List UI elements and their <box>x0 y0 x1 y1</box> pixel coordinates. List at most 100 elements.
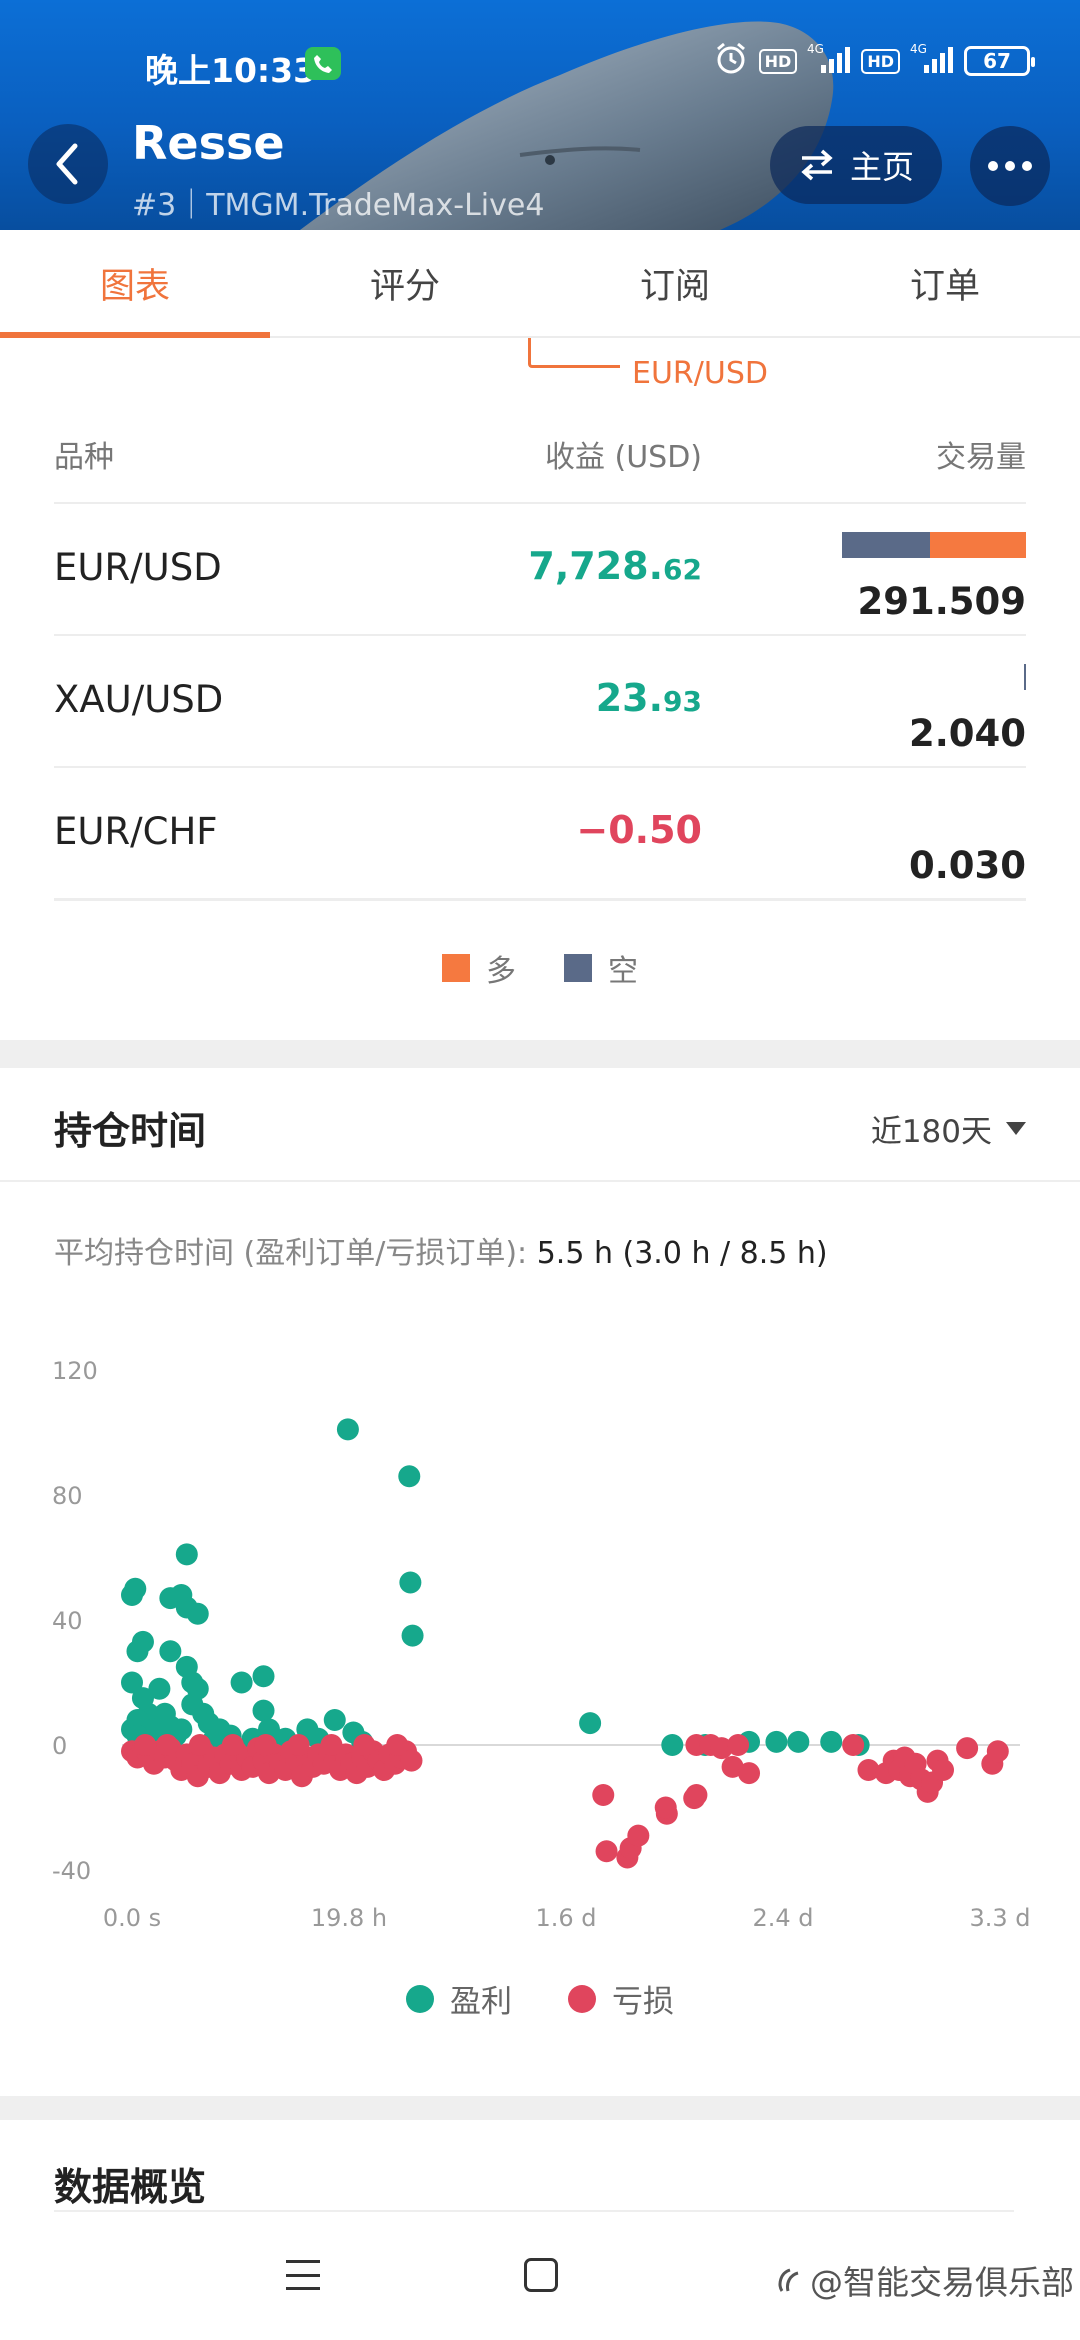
loss-point <box>254 1734 277 1756</box>
loss-point <box>986 1740 1009 1763</box>
tab-orders[interactable]: 订单 <box>810 230 1080 336</box>
loss-point <box>134 1734 157 1756</box>
profit-decimals: 62 <box>663 553 702 586</box>
section-divider <box>0 1180 1080 1182</box>
more-dot-icon <box>1022 161 1032 171</box>
profit-point <box>252 1665 275 1688</box>
tab-bar: 图表 评分 订阅 订单 <box>0 230 1080 338</box>
loss-point <box>592 1784 615 1806</box>
more-dot-icon <box>988 161 998 171</box>
row-symbol: EUR/CHF <box>54 810 218 853</box>
table-bottom-divider <box>54 898 1026 901</box>
legend-long-label: 多 <box>486 954 516 989</box>
y-tick-label: -40 <box>52 1857 91 1885</box>
signal-4g-icon-2: 4G <box>910 41 954 81</box>
profit-decimals: 93 <box>663 685 702 718</box>
watermark-logo-icon <box>778 2268 799 2292</box>
alarm-icon <box>713 40 749 82</box>
legend-profit[interactable]: 盈利 <box>406 1976 512 2021</box>
loss-point <box>738 1762 761 1785</box>
row-profit: 7,728.62 <box>528 544 702 588</box>
pie-callout-label: EUR/USD <box>632 356 768 391</box>
range-dropdown[interactable]: 近180天 <box>871 1106 1026 1151</box>
profit-main: 23. <box>595 676 664 720</box>
legend-loss-label: 亏损 <box>612 1984 674 2020</box>
row-volume: 0.030 <box>908 844 1026 887</box>
x-tick-label: 1.6 d <box>535 1904 596 1932</box>
holding-time-title: 持仓时间 <box>54 1109 207 1153</box>
loss-point <box>320 1734 343 1756</box>
volume-bar-short <box>842 532 931 558</box>
row-symbol: XAU/USD <box>54 678 224 721</box>
y-tick-label: 80 <box>52 1482 83 1510</box>
phone-call-icon <box>305 47 341 80</box>
signal-4g-icon: 4G <box>807 41 851 81</box>
legend-long-swatch <box>442 954 470 982</box>
volume-legend: 多 空 <box>0 946 1080 990</box>
header-volume: 交易量 <box>936 440 1026 475</box>
profit-point <box>765 1730 788 1753</box>
legend-short[interactable]: 空 <box>564 946 638 990</box>
row-profit: 23.93 <box>596 676 702 720</box>
tab-chart[interactable]: 图表 <box>0 230 270 338</box>
legend-short-swatch <box>564 954 592 982</box>
profit-point <box>399 1571 422 1594</box>
profit-point <box>787 1730 810 1753</box>
profit-point <box>131 1630 154 1653</box>
loss-point <box>654 1796 677 1819</box>
legend-long[interactable]: 多 <box>442 946 516 990</box>
volume-bar-long <box>930 532 1026 558</box>
table-row: XAU/USD 23.93 2.040 <box>54 634 1026 766</box>
profit-point <box>159 1640 182 1663</box>
hd-badge: HD <box>758 48 798 74</box>
avg-holding-value: 5.5 h (3.0 h / 8.5 h) <box>536 1236 828 1271</box>
profit-point <box>148 1677 171 1700</box>
row-symbol: EUR/USD <box>54 546 222 589</box>
avg-holding-time: 平均持仓时间 (盈利订单/亏损订单): 5.5 h (3.0 h / 8.5 h… <box>54 1228 828 1272</box>
profit-point <box>186 1602 209 1625</box>
loss-point <box>386 1734 409 1756</box>
tab-score[interactable]: 评分 <box>270 230 540 336</box>
profit-point <box>175 1543 198 1566</box>
trader-account: #3｜TMGM.TradeMax-Live4 <box>132 188 545 223</box>
hd-badge-2: HD <box>861 48 900 74</box>
profit-point <box>820 1730 843 1753</box>
loss-point <box>353 1734 376 1756</box>
status-icons: HD 4G HD 4G 67 <box>713 40 1035 82</box>
legend-loss[interactable]: 亏损 <box>568 1976 674 2021</box>
legend-short-label: 空 <box>608 954 638 989</box>
home-square-icon[interactable] <box>524 2258 558 2292</box>
battery-icon: 67 <box>964 46 1035 76</box>
volume-bar <box>1024 664 1026 690</box>
loss-point <box>156 1734 179 1756</box>
y-tick-label: 40 <box>52 1607 83 1635</box>
row-volume: 291.509 <box>857 580 1026 623</box>
trader-name: Resse <box>132 116 285 170</box>
profit-point <box>124 1577 147 1600</box>
profit-point <box>398 1465 421 1488</box>
tab-subscribe[interactable]: 订阅 <box>540 230 810 336</box>
avg-holding-label: 平均持仓时间 (盈利订单/亏损订单): <box>54 1236 537 1271</box>
x-tick-label: 2.4 d <box>752 1904 813 1932</box>
section-divider <box>54 2210 1014 2212</box>
table-row: EUR/CHF −0.50 0.030 <box>54 766 1026 898</box>
x-tick-label: 0.0 s <box>103 1904 161 1932</box>
loss-point <box>727 1734 750 1756</box>
more-options-button[interactable] <box>970 126 1050 206</box>
back-button[interactable] <box>28 124 108 204</box>
row-profit: −0.50 <box>576 808 702 852</box>
y-tick-label: 120 <box>52 1357 98 1385</box>
profit-point <box>401 1624 424 1647</box>
menu-icon[interactable] <box>286 2260 320 2290</box>
battery-level: 67 <box>983 49 1011 73</box>
home-button-label: 主页 <box>849 148 914 186</box>
profit-point <box>252 1699 275 1722</box>
loss-point <box>221 1734 244 1756</box>
caret-down-icon <box>1006 1122 1026 1135</box>
home-button[interactable]: 主页 <box>770 126 942 204</box>
x-tick-label: 19.8 h <box>311 1904 387 1932</box>
profit-main: −0.50 <box>576 808 702 852</box>
loss-point <box>188 1734 211 1756</box>
profit-point <box>661 1734 684 1756</box>
profit-point <box>323 1709 346 1731</box>
